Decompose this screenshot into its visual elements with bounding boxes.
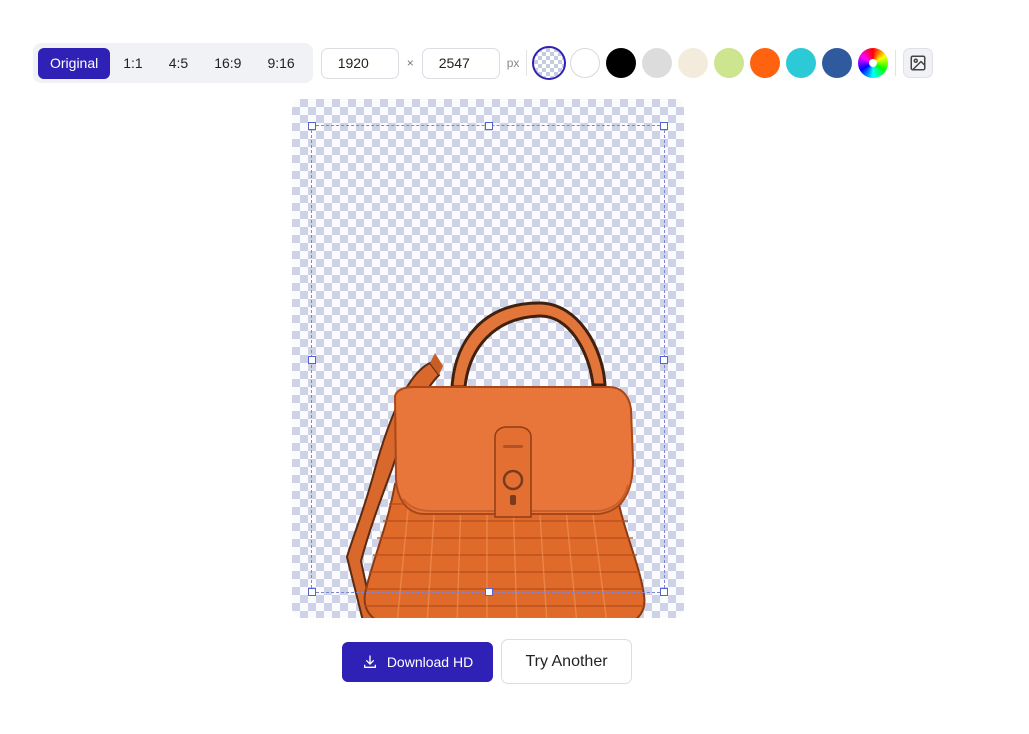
editor-toolbar: Original 1:1 4:5 16:9 9:16 × px <box>33 43 934 83</box>
crop-handle-right[interactable] <box>660 356 668 364</box>
swatch-cyan[interactable] <box>786 48 817 78</box>
color-picker-icon[interactable] <box>858 48 889 78</box>
aspect-ratio-group: Original 1:1 4:5 16:9 9:16 <box>33 43 313 83</box>
crop-frame[interactable] <box>308 122 668 596</box>
download-hd-button[interactable]: Download HD <box>342 642 493 682</box>
crop-handle-bottom-left[interactable] <box>308 588 316 596</box>
width-input[interactable] <box>320 47 399 79</box>
download-label: Download HD <box>386 654 474 670</box>
swatch-cream[interactable] <box>678 48 709 78</box>
image-icon <box>910 55 926 71</box>
crop-handle-bottom[interactable] <box>485 588 493 596</box>
ratio-4-5-button[interactable]: 4:5 <box>156 48 201 79</box>
download-icon <box>363 655 376 668</box>
crop-handle-bottom-right[interactable] <box>660 588 668 596</box>
swatch-black[interactable] <box>606 48 637 78</box>
unit-label: px <box>506 56 520 70</box>
height-input[interactable] <box>421 47 500 79</box>
image-canvas[interactable] <box>292 99 684 618</box>
toolbar-divider <box>526 50 528 76</box>
swatch-transparent[interactable] <box>532 46 567 80</box>
ratio-original-button[interactable]: Original <box>38 47 111 79</box>
ratio-16-9-button[interactable]: 16:9 <box>201 48 254 79</box>
ratio-1-1-button[interactable]: 1:1 <box>110 48 155 79</box>
crop-handle-top-right[interactable] <box>660 122 668 130</box>
times-symbol: × <box>406 56 414 70</box>
try-another-button[interactable]: Try Another <box>501 639 632 684</box>
crop-handle-left[interactable] <box>308 356 316 364</box>
swatch-light-green[interactable] <box>714 48 745 78</box>
swatch-white[interactable] <box>570 48 601 78</box>
crop-handle-top[interactable] <box>485 122 493 130</box>
toolbar-divider-2 <box>895 50 897 76</box>
crop-handle-top-left[interactable] <box>308 122 316 130</box>
swatch-orange[interactable] <box>750 48 781 78</box>
color-picker-center <box>869 59 878 67</box>
swatch-light-gray[interactable] <box>642 48 673 78</box>
swatch-blue[interactable] <box>822 48 853 78</box>
background-image-button[interactable] <box>903 48 934 78</box>
ratio-9-16-button[interactable]: 9:16 <box>254 48 307 79</box>
